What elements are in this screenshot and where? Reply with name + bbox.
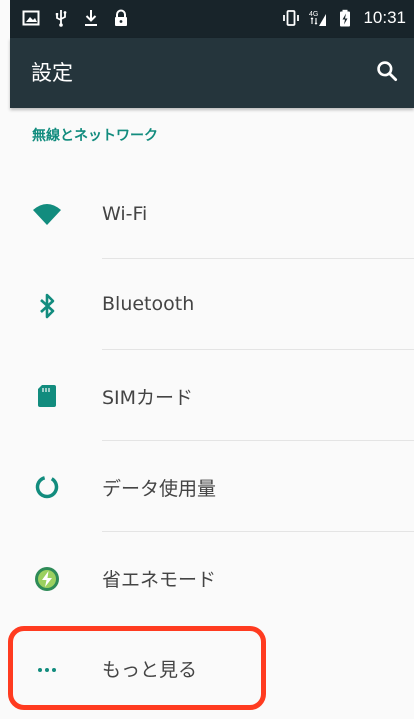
app-bar: 設定 bbox=[10, 38, 414, 108]
image-icon bbox=[22, 9, 40, 27]
power-saving-icon bbox=[33, 565, 61, 593]
settings-item-power-saving[interactable]: 省エネモード bbox=[0, 532, 414, 621]
settings-item-data-usage[interactable]: データ使用量 bbox=[0, 441, 414, 532]
clock: 10:31 bbox=[363, 8, 406, 27]
download-icon bbox=[82, 9, 100, 27]
sim-card-icon bbox=[33, 382, 61, 410]
settings-item-label: SIMカード bbox=[102, 387, 194, 409]
battery-charging-icon bbox=[336, 9, 354, 27]
settings-item-bluetooth[interactable]: Bluetooth bbox=[0, 259, 414, 350]
network-type-label: 4G bbox=[309, 11, 318, 18]
wifi-icon bbox=[33, 201, 61, 229]
vibrate-icon bbox=[282, 9, 300, 27]
settings-item-sim[interactable]: SIMカード bbox=[0, 350, 414, 441]
highlight-box bbox=[8, 626, 266, 710]
settings-item-wifi[interactable]: Wi-Fi bbox=[0, 170, 414, 259]
settings-item-label: Wi-Fi bbox=[102, 203, 148, 225]
lock-icon bbox=[112, 9, 130, 27]
usb-icon bbox=[52, 9, 70, 27]
settings-item-label: Bluetooth bbox=[102, 293, 195, 315]
settings-item-label: 省エネモード bbox=[102, 569, 217, 591]
search-button[interactable] bbox=[374, 58, 404, 88]
section-header: 無線とネットワーク bbox=[32, 128, 158, 144]
settings-item-label: データ使用量 bbox=[102, 478, 217, 500]
page-title: 設定 bbox=[31, 61, 73, 85]
bluetooth-icon bbox=[33, 292, 61, 320]
status-bar: 4G 10:31 bbox=[10, 0, 414, 38]
signal-4g-icon: 4G bbox=[309, 9, 327, 27]
data-usage-icon bbox=[33, 473, 61, 501]
search-icon bbox=[377, 61, 398, 82]
